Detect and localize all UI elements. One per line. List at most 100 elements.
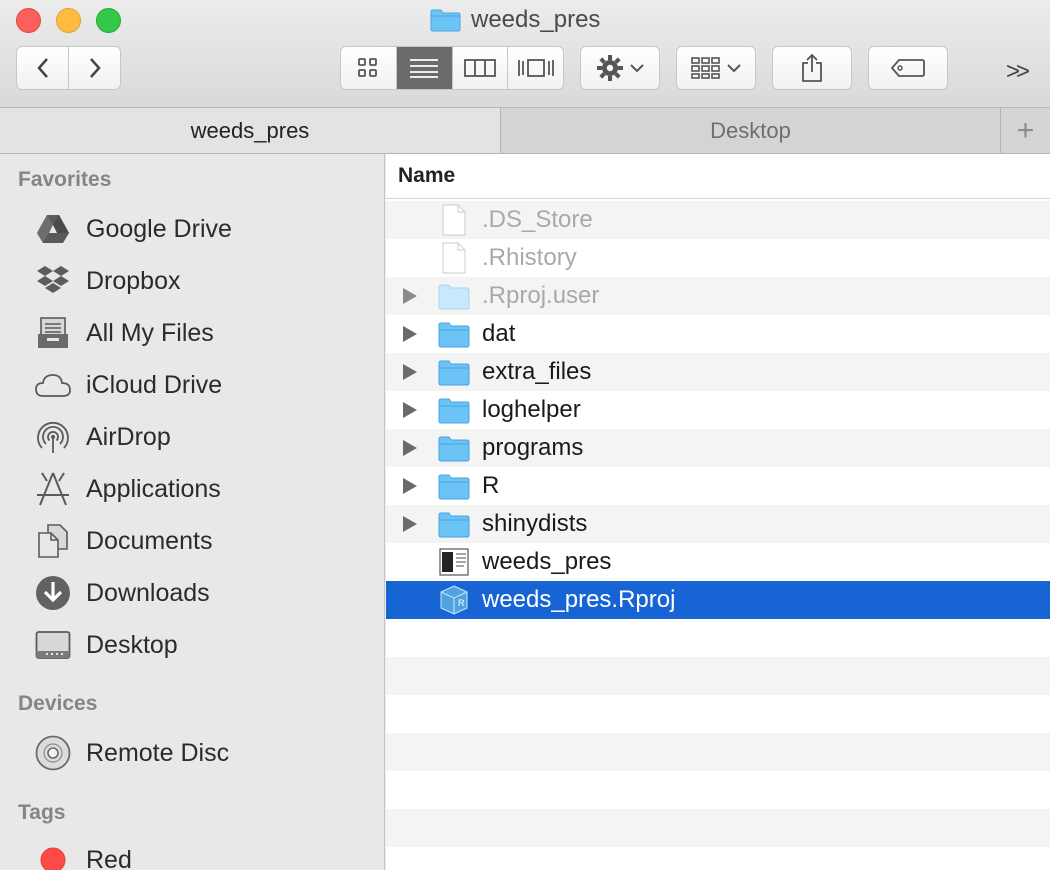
chevron-down-icon xyxy=(630,64,644,73)
name-column-header[interactable]: Name xyxy=(386,154,1050,199)
file-name: extra_files xyxy=(482,358,592,385)
tag-icon xyxy=(890,59,925,77)
sidebar-item-dropbox[interactable]: Dropbox xyxy=(34,259,374,303)
folder-row[interactable]: extra_files xyxy=(386,353,1050,391)
window-title-text: weeds_pres xyxy=(471,6,601,33)
disclosure-triangle-icon[interactable] xyxy=(403,326,417,342)
folder-icon xyxy=(438,474,470,500)
sidebar-item-label: Downloads xyxy=(86,578,210,607)
rproj-cube-icon: R xyxy=(440,585,468,615)
disclosure-triangle-icon[interactable] xyxy=(403,478,417,494)
sidebar-item-all-my-files[interactable]: All My Files xyxy=(34,311,374,355)
sidebar-item-downloads[interactable]: Downloads xyxy=(34,571,374,615)
document-preview-icon xyxy=(439,548,469,576)
airdrop-icon xyxy=(34,418,72,456)
toolbar: weeds_pres >> xyxy=(0,0,1050,108)
new-tab-button[interactable]: + xyxy=(1001,108,1050,153)
zoom-window-button[interactable] xyxy=(96,8,121,33)
action-menu-button[interactable] xyxy=(580,46,660,90)
sidebar-item-label: Remote Disc xyxy=(86,738,230,767)
folder-icon xyxy=(430,9,461,32)
empty-row xyxy=(386,771,1050,809)
folder-icon xyxy=(438,322,470,348)
svg-text:R: R xyxy=(458,598,465,608)
disclosure-triangle-icon[interactable] xyxy=(403,440,417,456)
cover-flow-icon xyxy=(517,59,554,77)
list-icon xyxy=(410,59,439,78)
folder-row[interactable]: .Rproj.user xyxy=(386,277,1050,315)
folder-row[interactable]: dat xyxy=(386,315,1050,353)
sidebar-item-airdrop[interactable]: AirDrop xyxy=(34,415,374,459)
disclosure-triangle-icon[interactable] xyxy=(403,516,417,532)
file-row[interactable]: .DS_Store xyxy=(386,201,1050,239)
folder-row[interactable]: loghelper xyxy=(386,391,1050,429)
sidebar-item-icloud-drive[interactable]: iCloud Drive xyxy=(34,363,374,407)
all-files-icon xyxy=(34,314,72,352)
sidebar-item-applications[interactable]: Applications xyxy=(34,467,374,511)
sidebar-item-label: AirDrop xyxy=(86,422,171,451)
disclosure-triangle-icon[interactable] xyxy=(403,288,417,304)
disc-icon xyxy=(34,734,72,772)
chevron-left-icon xyxy=(36,58,48,78)
folder-icon xyxy=(438,360,470,386)
column-view-button[interactable] xyxy=(453,47,509,89)
google-drive-icon xyxy=(34,210,72,248)
arrange-icon xyxy=(691,57,720,79)
tag-button[interactable] xyxy=(868,46,948,90)
columns-icon xyxy=(463,59,496,77)
folder-icon xyxy=(438,284,470,310)
cloud-icon xyxy=(34,366,72,404)
file-icon xyxy=(442,242,466,274)
file-name: .DS_Store xyxy=(482,206,593,233)
sidebar-item-remote-disc[interactable]: Remote Disc xyxy=(34,731,374,775)
sidebar-item-label: iCloud Drive xyxy=(86,370,223,399)
file-rows: .DS_Store .Rhistory .Rproj.user dat extr… xyxy=(386,201,1050,870)
sidebar-item-tag-red[interactable]: Red xyxy=(34,838,374,870)
applications-icon xyxy=(34,470,72,508)
sidebar-item-documents[interactable]: Documents xyxy=(34,519,374,563)
file-row[interactable]: .Rhistory xyxy=(386,239,1050,277)
back-button[interactable] xyxy=(16,46,69,90)
folder-row[interactable]: shinydists xyxy=(386,505,1050,543)
minimize-window-button[interactable] xyxy=(56,8,81,33)
file-row-selected[interactable]: R weeds_pres.Rproj xyxy=(386,581,1050,619)
tab-desktop[interactable]: Desktop xyxy=(501,108,1001,153)
sidebar-item-desktop[interactable]: Desktop xyxy=(34,623,374,667)
desktop-icon xyxy=(34,626,72,664)
sidebar-item-label: Applications xyxy=(86,474,221,503)
empty-row xyxy=(386,657,1050,695)
folder-icon xyxy=(438,436,470,462)
file-row[interactable]: weeds_pres xyxy=(386,543,1050,581)
empty-row xyxy=(386,695,1050,733)
grid-icon xyxy=(358,58,378,77)
empty-row xyxy=(386,847,1050,870)
cover-flow-view-button[interactable] xyxy=(508,47,563,89)
favorites-heading: Favorites xyxy=(18,168,112,191)
file-name: .Rproj.user xyxy=(482,282,600,309)
file-name: R xyxy=(482,472,500,499)
icon-view-button[interactable] xyxy=(341,47,397,89)
toolbar-overflow-button[interactable]: >> xyxy=(1006,58,1030,86)
disclosure-triangle-icon[interactable] xyxy=(403,364,417,380)
share-button[interactable] xyxy=(772,46,852,90)
folder-row[interactable]: programs xyxy=(386,429,1050,467)
empty-row xyxy=(386,809,1050,847)
tab-weeds-pres[interactable]: weeds_pres xyxy=(0,108,501,153)
file-list: Name .DS_Store .Rhistory .Rproj.user dat… xyxy=(386,154,1050,870)
tab-bar: weeds_pres Desktop + xyxy=(0,108,1050,154)
list-view-button[interactable] xyxy=(396,47,453,89)
chevron-down-icon xyxy=(727,64,741,73)
close-window-button[interactable] xyxy=(16,8,41,33)
folder-icon xyxy=(438,512,470,538)
sidebar-item-label: Red xyxy=(86,845,132,870)
folder-row[interactable]: R xyxy=(386,467,1050,505)
file-name: dat xyxy=(482,320,516,347)
disclosure-triangle-icon[interactable] xyxy=(403,402,417,418)
sidebar-item-google-drive[interactable]: Google Drive xyxy=(34,207,374,251)
file-name: loghelper xyxy=(482,396,581,423)
sidebar: Favorites Google Drive Dropbox All My Fi… xyxy=(0,154,385,870)
documents-icon xyxy=(34,522,72,560)
forward-button[interactable] xyxy=(68,46,121,90)
arrange-menu-button[interactable] xyxy=(676,46,756,90)
gear-icon xyxy=(597,55,623,81)
